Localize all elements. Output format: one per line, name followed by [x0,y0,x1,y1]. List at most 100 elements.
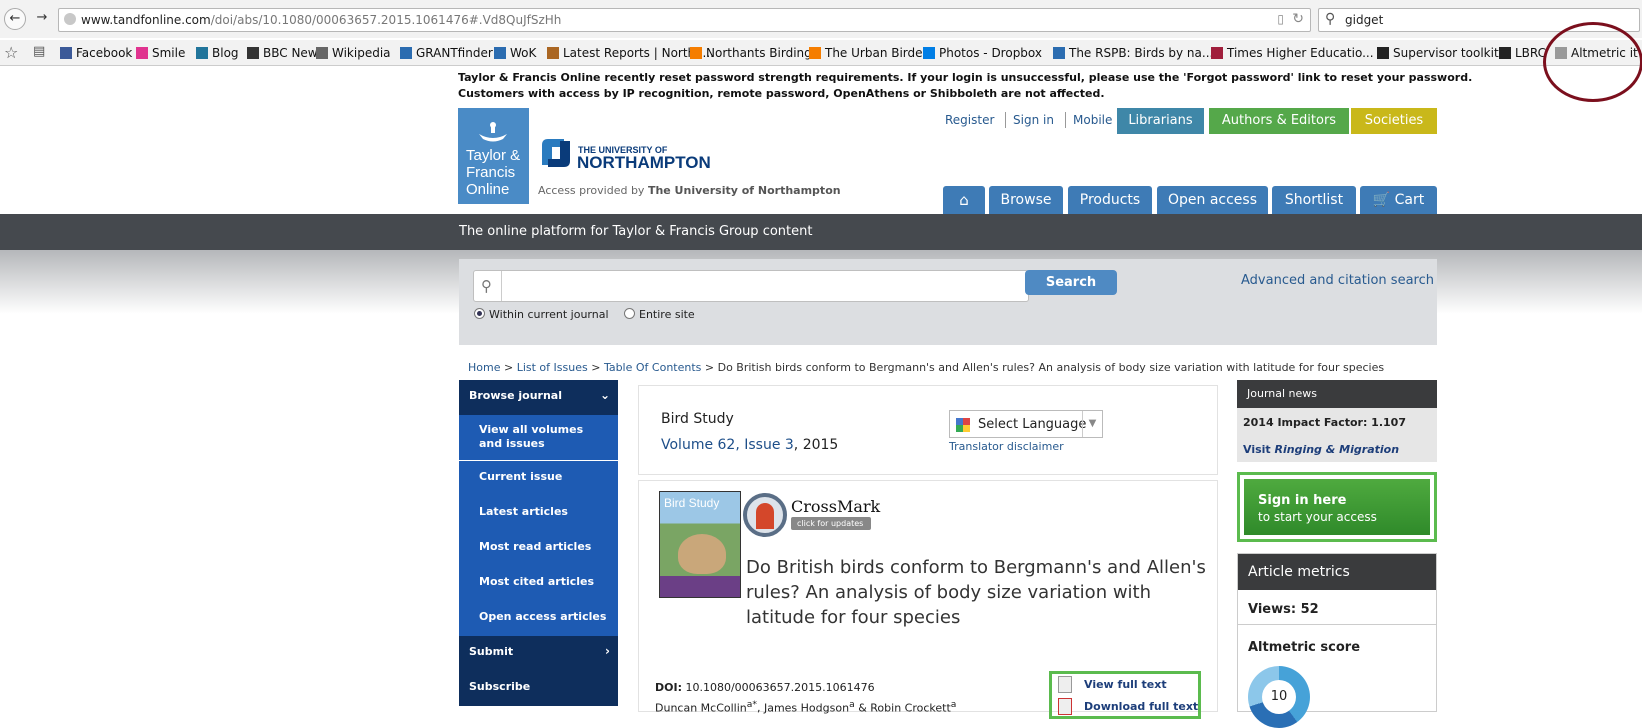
altmetric-score: 10 [1262,680,1296,714]
bookmark-item[interactable]: Northants Birding [690,46,812,60]
author-1[interactable]: Duncan McCollin [655,702,747,715]
home-tab[interactable]: ⌂ [943,186,985,214]
open-access-tab[interactable]: Open access [1157,186,1268,214]
rspb-icon [1053,47,1065,59]
browse-journal-header[interactable]: Browse journal ⌄ [459,380,618,415]
forward-icon[interactable]: → [31,8,53,30]
bookmark-item[interactable]: The Urban Birder [809,46,927,60]
journal-cover[interactable]: Bird Study [659,491,741,598]
visit-prefix: Visit [1243,443,1275,456]
lbrc-icon [1499,47,1511,59]
bookmarks-list-icon[interactable]: ▤ [33,44,45,59]
bookmark-item[interactable]: Blog [196,46,239,60]
mobile-link[interactable]: Mobile [1073,113,1112,127]
platform-tagline: The online platform for Taylor & Francis… [459,224,813,239]
author-1-affiliation: a* [746,699,757,710]
search-icon: ⚲ [1325,11,1336,27]
journal-name: Bird Study [661,411,734,427]
bookmark-label: The Urban Birder [825,46,928,60]
lamp-icon [479,122,507,142]
crumb-home[interactable]: Home [468,361,500,374]
search-panel: ⚲ Search Advanced and citation search Wi… [459,259,1437,345]
bookmark-item[interactable]: Facebook [60,46,132,60]
search-icon: ⚲ [481,277,492,295]
notice-line-2: Customers with access by IP recognition,… [458,87,1105,100]
societies-tab[interactable]: Societies [1351,108,1437,134]
radio-current-journal[interactable]: Within current journal [474,308,609,321]
site-search-input[interactable]: ⚲ [473,270,1029,302]
notice-line-1: Taylor & Francis Online recently reset p… [458,71,1473,84]
bookmark-item[interactable]: Photos - Dropbox [923,46,1042,60]
crumb-toc[interactable]: Table Of Contents [604,361,701,374]
crumb-issues[interactable]: List of Issues [517,361,588,374]
back-icon[interactable]: ← [4,8,26,30]
address-bar[interactable]: www.tandfonline.com/doi/abs/10.1080/0006… [58,8,1311,32]
author-separator-1: , [756,701,764,715]
bookmark-item[interactable]: LBRC [1499,46,1546,60]
bookmark-item[interactable]: Supervisor toolkit [1377,46,1499,60]
search-button[interactable]: Search [1025,270,1117,295]
author-2[interactable]: James Hodgson [764,702,849,715]
sign-in-box[interactable]: Sign in here to start your access [1237,472,1437,542]
translator-disclaimer-link[interactable]: Translator disclaimer [949,440,1064,453]
bookmark-item[interactable]: Times Higher Educatio... [1211,46,1374,60]
nav-subscribe[interactable]: Subscribe [459,671,618,706]
bookmark-item[interactable]: The RSPB: Birds by na... [1053,46,1213,60]
blogger-icon [809,47,821,59]
radio-site-label: Entire site [639,308,695,321]
bookmark-item[interactable]: BBC News [247,46,324,60]
bookmark-item[interactable]: GRANTfinder [400,46,493,60]
bookmark-item[interactable]: Wikipedia [316,46,391,60]
bookmark-item[interactable]: Latest Reports | Northa... [547,46,714,60]
access-prefix: Access provided by [538,184,645,197]
librarians-tab[interactable]: Librarians [1117,108,1204,134]
journal-year: , 2015 [793,437,839,453]
the-icon [1211,47,1223,59]
bookmark-item[interactable]: WoK [494,46,536,60]
pdf-icon [1058,698,1072,715]
download-full-text-link[interactable]: Download full text [1084,700,1198,713]
bookmark-label: BBC News [263,46,324,60]
bookmark-label: Supervisor toolkit [1393,46,1499,60]
shortlist-tab[interactable]: Shortlist [1272,186,1356,214]
crossmark-badge[interactable]: CrossMark click for updates [743,493,883,541]
star-icon[interactable]: ☆ [4,43,18,62]
advanced-search-link[interactable]: Advanced and citation search [1241,273,1434,288]
nav-most-read[interactable]: Most read articles [459,531,618,566]
access-provided: Access provided by The University of Nor… [538,184,841,197]
journal-panel: Bird Study Volume 62, Issue 3, 2015 Sele… [638,385,1218,475]
browse-tab[interactable]: Browse [989,186,1063,214]
author-separator-2: & [854,701,871,715]
bookmark-label: Northants Birding [706,46,812,60]
select-language-dropdown[interactable]: Select Language ▼ [949,410,1103,438]
view-full-text-link[interactable]: View full text [1084,678,1167,691]
bookmark-item[interactable]: Smile [136,46,185,60]
nav-submit[interactable]: Submit › [459,636,618,671]
register-link[interactable]: Register [945,113,994,127]
nav-most-cited[interactable]: Most cited articles [459,566,618,601]
password-notice: Taylor & Francis Online recently reset p… [458,70,1472,102]
journal-volume-link[interactable]: Volume 62, Issue 3 [661,437,794,453]
nav-open-access-label: Open access articles [479,610,607,623]
bustard-image [678,534,726,574]
sign-in-heading: Sign in here [1258,493,1347,508]
radio-entire-site[interactable]: Entire site [624,308,695,321]
sign-in-link[interactable]: Sign in [1013,113,1054,127]
bookmark-label: Photos - Dropbox [939,46,1043,60]
nav-view-all[interactable]: View all volumes and issues [459,415,618,460]
cart-tab[interactable]: 🛒 Cart [1360,186,1437,214]
tandf-logo[interactable]: Taylor & Francis Online [458,108,529,204]
nav-open-access[interactable]: Open access articles [459,601,618,636]
products-tab[interactable]: Products [1068,186,1152,214]
reader-icon[interactable]: ▯ [1277,12,1284,26]
cover-title: Bird Study [664,496,720,510]
altmetric-donut[interactable]: 10 [1248,666,1310,728]
authors-editors-tab[interactable]: Authors & Editors [1209,108,1349,134]
nav-latest[interactable]: Latest articles [459,496,618,531]
visit-journal-link[interactable]: Visit Ringing & Migration [1237,438,1437,462]
impact-factor: 2014 Impact Factor: 1.107 [1237,408,1437,438]
author-3[interactable]: Robin Crockett [870,702,951,715]
nav-current-issue[interactable]: Current issue [459,461,618,496]
reload-icon[interactable]: ↻ [1292,11,1304,27]
platform-bar: The online platform for Taylor & Francis… [0,214,1642,250]
